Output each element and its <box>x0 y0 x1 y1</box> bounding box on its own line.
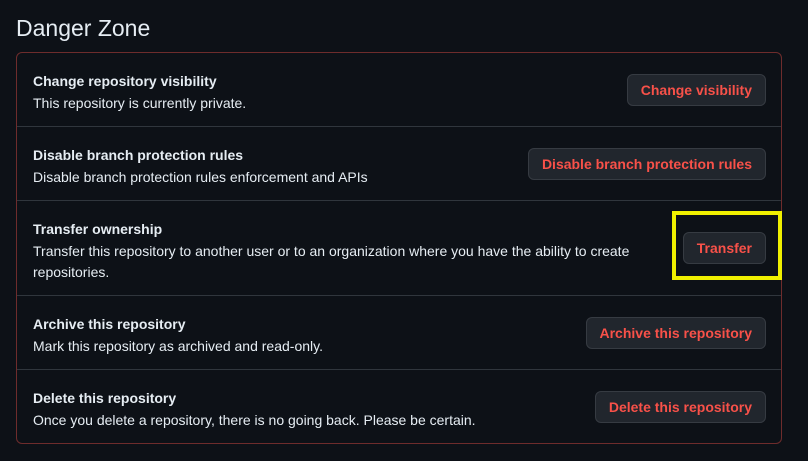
row-text: Delete this repository Once you delete a… <box>33 388 476 431</box>
row-text: Archive this repository Mark this reposi… <box>33 314 323 357</box>
danger-zone-title: Danger Zone <box>16 15 151 41</box>
row-description: Once you delete a repository, there is n… <box>33 412 476 428</box>
disable-branch-protection-button[interactable]: Disable branch protection rules <box>527 148 766 180</box>
row-delete-repository: Delete this repository Once you delete a… <box>17 370 781 444</box>
row-heading: Transfer ownership <box>33 221 163 237</box>
row-disable-branch-protection: Disable branch protection rules Disable … <box>17 127 781 201</box>
row-description-line1: Transfer this repository to another user… <box>33 243 630 259</box>
row-heading: Change repository visibility <box>33 73 217 89</box>
transfer-button[interactable]: Transfer <box>682 232 766 264</box>
row-heading: Delete this repository <box>33 390 177 406</box>
row-change-visibility: Change repository visibility This reposi… <box>17 53 781 127</box>
row-text: Transfer ownership Transfer this reposit… <box>33 219 629 283</box>
danger-zone-box: Change repository visibility This reposi… <box>16 52 782 444</box>
row-description: This repository is currently private. <box>33 95 247 111</box>
change-visibility-button[interactable]: Change visibility <box>626 74 766 106</box>
row-transfer-ownership: Transfer ownership Transfer this reposit… <box>17 201 781 296</box>
row-description: Mark this repository as archived and rea… <box>33 338 323 354</box>
row-heading: Archive this repository <box>33 316 186 332</box>
row-description: Disable branch protection rules enforcem… <box>33 169 368 185</box>
archive-repository-button[interactable]: Archive this repository <box>585 317 766 349</box>
row-text: Change repository visibility This reposi… <box>33 71 246 114</box>
row-description-line2: repositories. <box>33 264 110 280</box>
settings-page: Danger Zone Change repository visibility… <box>0 0 808 461</box>
row-heading: Disable branch protection rules <box>33 147 244 163</box>
delete-repository-button[interactable]: Delete this repository <box>594 391 766 423</box>
row-text: Disable branch protection rules Disable … <box>33 145 368 188</box>
row-archive-repository: Archive this repository Mark this reposi… <box>17 296 781 370</box>
